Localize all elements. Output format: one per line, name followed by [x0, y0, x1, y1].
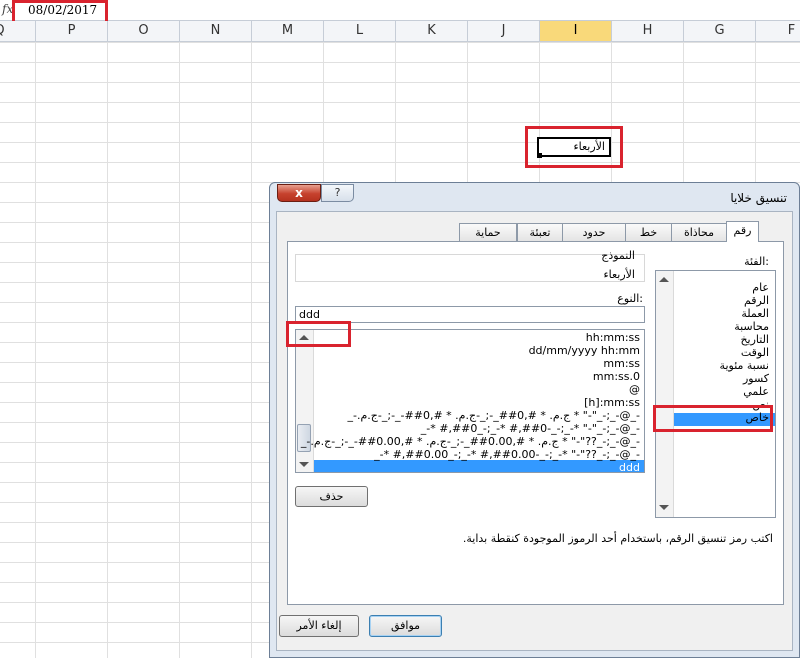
sample-group [295, 254, 645, 282]
ok-button[interactable]: موافق [369, 615, 442, 637]
delete-button[interactable]: حذف [295, 486, 368, 507]
tab-5[interactable]: حماية [459, 223, 517, 241]
category-item[interactable]: الوقت [741, 346, 769, 359]
help-button[interactable]: ? [321, 184, 354, 202]
format-item[interactable]: _-ج.م.‏ * #,##0_-;_-ج.م.‏ * #,##0-_-;_-ج… [348, 409, 640, 422]
format-selection [314, 460, 644, 472]
tab-3[interactable]: حدود [562, 223, 626, 241]
format-item[interactable]: hh:mm:ss [586, 331, 640, 344]
grid-line [35, 42, 36, 658]
column-header-g[interactable]: G [683, 21, 755, 41]
type-highlight-box [286, 321, 351, 347]
grid-line [179, 42, 180, 658]
category-label: الفئة: [744, 255, 769, 268]
active-cell[interactable]: الأربعاء [537, 137, 611, 157]
tab-4[interactable]: تعبئة [517, 223, 563, 241]
grid-line [251, 42, 252, 658]
column-header-m[interactable]: M [251, 21, 323, 41]
column-header-row: QPONMLKJIHGF [0, 21, 800, 42]
format-item[interactable]: _-ج.م.‏ * #,##0.00_-;_-ج.م.‏ * #,##0.00-… [301, 435, 640, 448]
tab-2[interactable]: خط [625, 223, 672, 241]
format-scrollbar[interactable] [296, 330, 314, 472]
category-list[interactable]: عام الرقم العملة محاسبة التاريخ الوقت نسبة مئو… [655, 270, 776, 518]
column-header-p[interactable]: P [35, 21, 107, 41]
format-item[interactable]: mm:ss [603, 357, 640, 370]
category-item[interactable]: العملة [741, 307, 769, 320]
sample-value: الأربعاء [603, 268, 635, 281]
format-list[interactable]: hh:mm:ss dd/mm/yyyy hh:mm mm:ss mm:ss.0 @ [h]… [295, 329, 645, 473]
category-item[interactable]: كسور [743, 372, 769, 385]
column-header-h[interactable]: H [611, 21, 683, 41]
cancel-button[interactable]: إلغاء الأمر [279, 615, 359, 637]
category-scrollbar[interactable] [656, 271, 674, 517]
scroll-up-icon[interactable] [659, 277, 669, 282]
scroll-down-icon[interactable] [299, 462, 309, 467]
category-item[interactable]: التاريخ [740, 333, 769, 346]
category-item[interactable]: علمي [743, 385, 769, 398]
format-item[interactable]: _-* #,##0.00_-;_-* #,##0.00-_-;_-* "-"??… [374, 448, 640, 461]
tab-0[interactable]: رقم [726, 221, 759, 242]
category-item[interactable]: محاسبة [734, 320, 769, 333]
category-item[interactable]: عام [752, 281, 769, 294]
format-item[interactable]: @ [629, 383, 640, 396]
category-highlight-box [653, 405, 773, 432]
tab-1[interactable]: محاذاة [671, 223, 727, 241]
format-item[interactable]: mm:ss.0 [593, 370, 640, 383]
sample-label: النموذج [601, 249, 635, 262]
column-header-o[interactable]: O [107, 21, 179, 41]
format-item[interactable]: dd/mm/yyyy hh:mm [529, 344, 640, 357]
dialog-title: تنسيق خلايا [730, 191, 787, 205]
grid-line [107, 42, 108, 658]
format-item[interactable]: ddd [619, 461, 640, 472]
scroll-down-icon[interactable] [659, 505, 669, 510]
column-header-l[interactable]: L [323, 21, 395, 41]
category-item[interactable]: الرقم [744, 294, 769, 307]
column-header-k[interactable]: K [395, 21, 467, 41]
fill-handle[interactable] [537, 153, 542, 158]
format-item[interactable]: _-* #,##0_-;_-* #,##0-_-;_-* "-"_-;_-@_- [421, 422, 640, 435]
column-header-n[interactable]: N [179, 21, 251, 41]
formula-bar: fx 08/02/2017 [0, 0, 800, 21]
format-item[interactable]: [h]:mm:ss [584, 396, 640, 409]
close-button[interactable]: x [277, 184, 321, 202]
column-header-j[interactable]: J [467, 21, 539, 41]
column-header-i[interactable]: I [539, 21, 611, 41]
column-header-f[interactable]: F [755, 21, 800, 41]
category-item[interactable]: نسبة مئوية [720, 359, 769, 372]
hint-text: اكتب رمز تنسيق الرقم، باستخدام أحد الرمو… [462, 532, 773, 545]
type-label: النوع: [617, 292, 643, 305]
column-header-q[interactable]: Q [0, 21, 35, 41]
